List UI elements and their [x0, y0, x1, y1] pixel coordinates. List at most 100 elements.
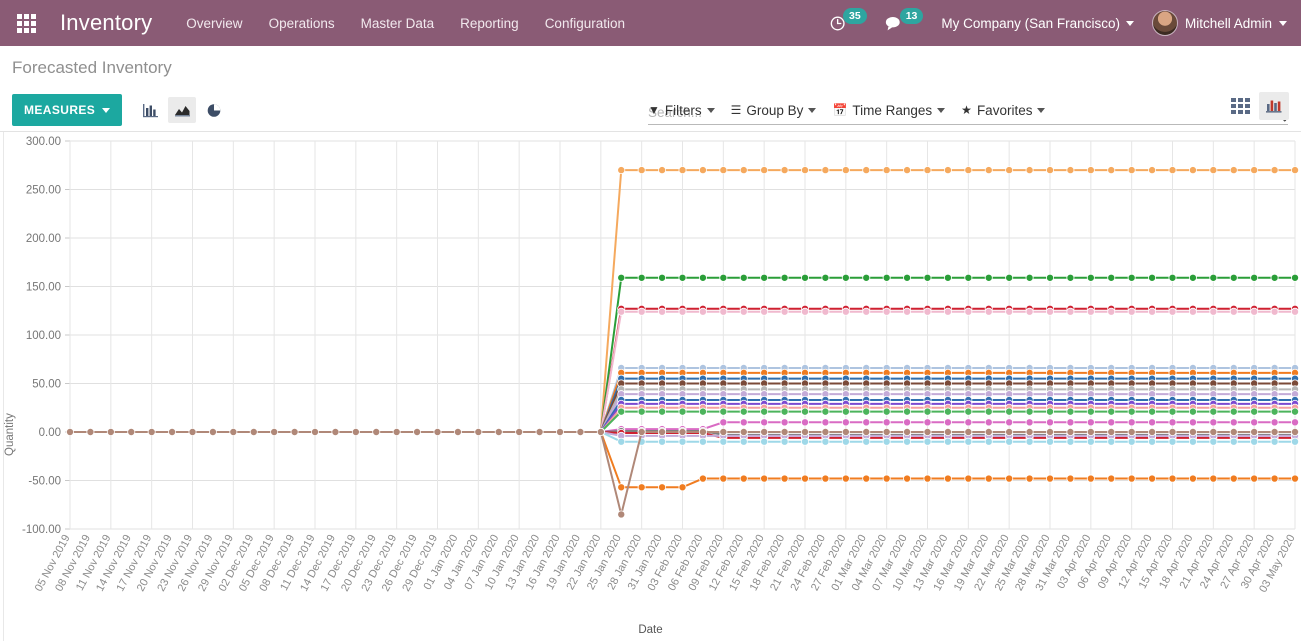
series-point: [1148, 418, 1157, 427]
series-point: [719, 437, 728, 446]
series-point: [1270, 427, 1279, 436]
series-point: [841, 273, 850, 282]
series-point: [760, 307, 769, 316]
graph-view-button[interactable]: [1259, 92, 1289, 120]
series-point: [1107, 427, 1116, 436]
series-point: [1188, 307, 1197, 316]
series-point: [780, 437, 789, 446]
series-point: [637, 166, 646, 175]
measures-button[interactable]: MEASURES: [12, 94, 123, 126]
messages-count-badge: 13: [899, 8, 924, 24]
breadcrumb[interactable]: Forecasted Inventory: [12, 46, 172, 78]
pivot-view-button[interactable]: [1225, 92, 1255, 120]
series-point: [780, 307, 789, 316]
series-point: [760, 418, 769, 427]
series-point: [1209, 474, 1218, 483]
series-point: [1270, 474, 1279, 483]
series-point: [678, 166, 687, 175]
series-point: [1127, 437, 1136, 446]
series-point: [1025, 474, 1034, 483]
series-point: [1025, 166, 1034, 175]
chevron-down-icon: [1037, 107, 1046, 113]
series-point: [760, 273, 769, 282]
series-point: [678, 307, 687, 316]
series-point: [1229, 407, 1238, 416]
filters-label: Filters: [664, 102, 702, 118]
line-chart-button[interactable]: [168, 97, 197, 123]
bar-chart-button[interactable]: [136, 97, 164, 123]
series-point: [719, 407, 728, 416]
series-point: [903, 437, 912, 446]
series-point: [1291, 407, 1300, 416]
series-point: [1209, 437, 1218, 446]
series-point: [984, 427, 993, 436]
series-point: [964, 437, 973, 446]
user-menu[interactable]: Mitchell Admin: [1151, 10, 1287, 36]
series-point: [1209, 407, 1218, 416]
series-point: [719, 474, 728, 483]
series-point: [1005, 307, 1014, 316]
series-point: [801, 307, 810, 316]
series-point: [637, 273, 646, 282]
activities-menu[interactable]: 35: [830, 8, 867, 32]
series-point: [739, 273, 748, 282]
time-ranges-dropdown[interactable]: 📅 Time Ranges: [832, 103, 946, 118]
apps-grid-icon: [16, 13, 36, 33]
series-point: [1229, 273, 1238, 282]
series-point: [862, 407, 871, 416]
series-point: [698, 427, 707, 436]
group-by-dropdown[interactable]: ☰ Group By: [731, 103, 817, 118]
series-point: [1127, 166, 1136, 175]
menu-item-operations[interactable]: Operations: [269, 16, 335, 31]
series-point: [1209, 166, 1218, 175]
series-point: [1291, 307, 1300, 316]
apps-menu-toggle[interactable]: [0, 0, 52, 46]
x-axis-title: Date: [638, 624, 663, 636]
series-point: [66, 427, 75, 436]
series-point: [1046, 437, 1055, 446]
series-point: [1066, 166, 1075, 175]
series-point: [1046, 427, 1055, 436]
series-point: [882, 474, 891, 483]
favorites-dropdown[interactable]: ★ Favorites: [961, 103, 1046, 118]
series-point: [1188, 437, 1197, 446]
series-point: [1025, 437, 1034, 446]
series-point: [1066, 273, 1075, 282]
series-point: [1046, 407, 1055, 416]
series-point: [1066, 474, 1075, 483]
series-point: [1291, 474, 1300, 483]
forecasted-inventory-line-chart[interactable]: 300.00 250.00 200.00 150.00 100.00 50.00 0.00 -…: [0, 132, 1301, 641]
series-point: [270, 427, 279, 436]
messages-menu[interactable]: 13: [885, 8, 924, 32]
app-brand-title[interactable]: Inventory: [60, 10, 152, 36]
series-point: [1291, 418, 1300, 427]
series-point: [1250, 427, 1259, 436]
series-point: [862, 166, 871, 175]
series-point: [943, 273, 952, 282]
menu-item-master-data[interactable]: Master Data: [361, 16, 435, 31]
series-point: [1270, 273, 1279, 282]
series-point: [739, 166, 748, 175]
series-point: [658, 437, 667, 446]
pie-chart-button[interactable]: [200, 97, 228, 123]
series-point: [1168, 407, 1177, 416]
series-point: [127, 427, 136, 436]
series-point: [984, 307, 993, 316]
series-point: [739, 427, 748, 436]
series-point: [862, 474, 871, 483]
pivot-view-icon: [1230, 98, 1250, 114]
company-switcher[interactable]: My Company (San Francisco): [941, 16, 1134, 31]
series-point: [1229, 474, 1238, 483]
series-point: [882, 166, 891, 175]
series-point: [147, 427, 156, 436]
series-point: [862, 437, 871, 446]
menu-item-reporting[interactable]: Reporting: [460, 16, 519, 31]
y-tick-label: 100.00: [26, 330, 61, 342]
series-point: [760, 166, 769, 175]
series-point: [984, 407, 993, 416]
menu-item-configuration[interactable]: Configuration: [545, 16, 625, 31]
series-point: [1086, 407, 1095, 416]
series-point: [882, 407, 891, 416]
filters-dropdown[interactable]: ▼ Filters: [648, 103, 715, 118]
menu-item-overview[interactable]: Overview: [186, 16, 242, 31]
